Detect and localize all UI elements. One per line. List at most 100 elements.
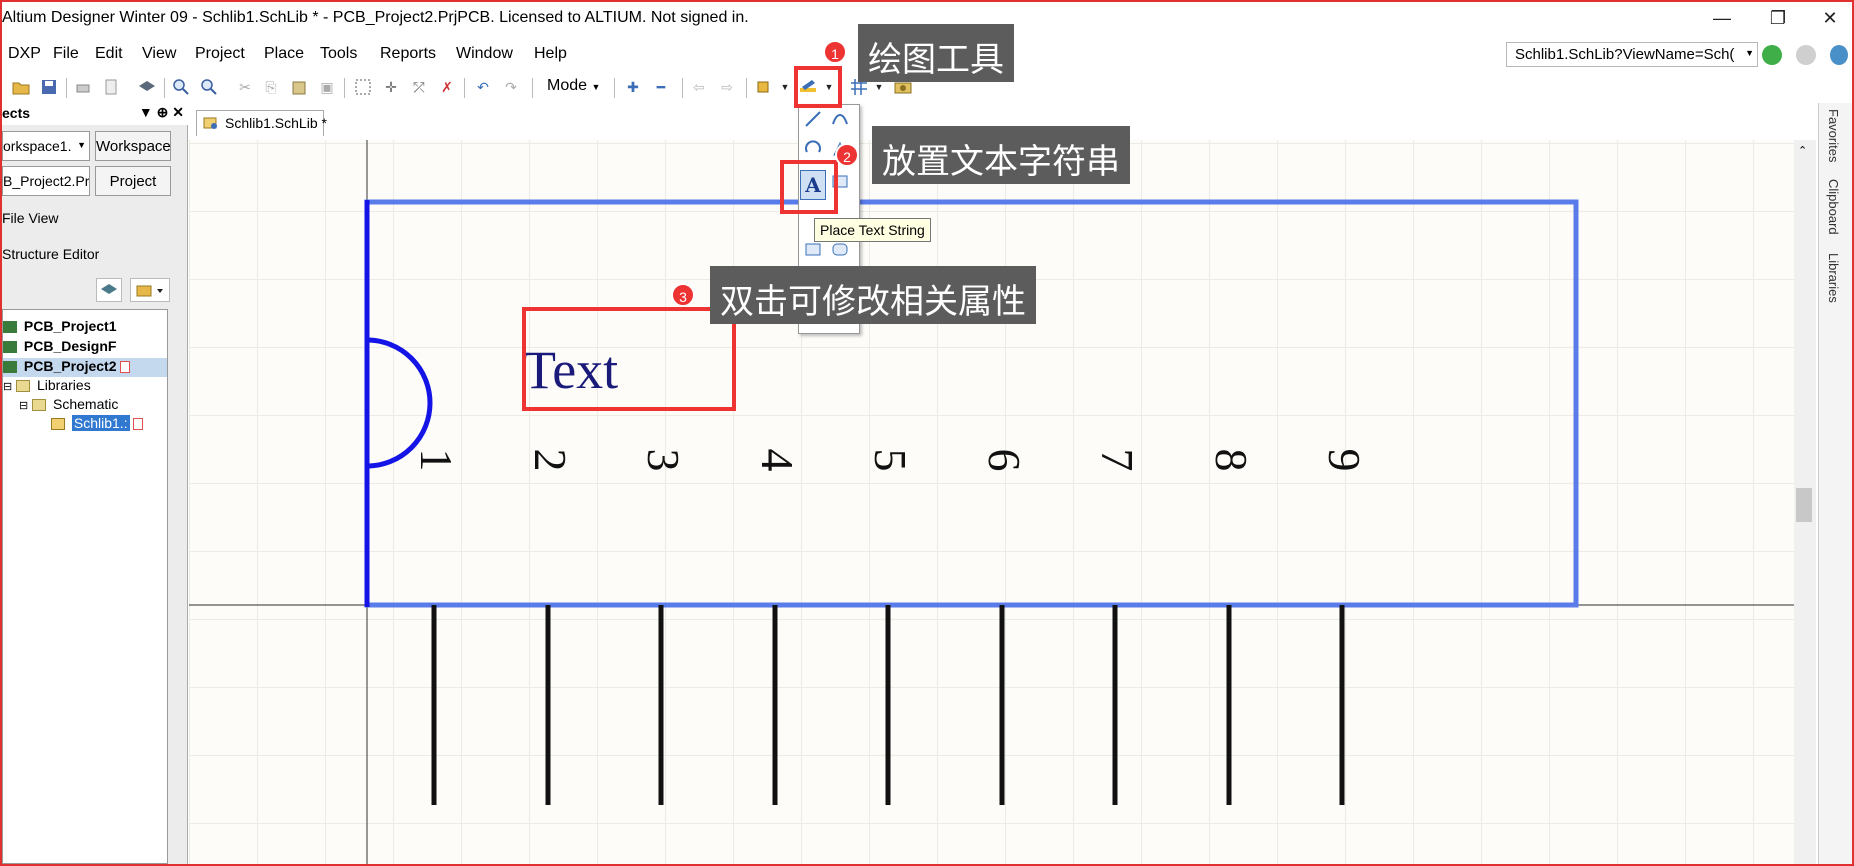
view-name-text: Schlib1.SchLib?ViewName=Sch( [1515, 46, 1735, 63]
step-badge: 2 [835, 143, 859, 167]
toolbar-separator [682, 78, 683, 98]
cut-icon[interactable]: ✂ [234, 76, 256, 98]
rubber-stamp-icon[interactable]: ▣ [316, 76, 338, 98]
tree-item[interactable]: PCB_Project2 [3, 358, 167, 377]
print-preview-icon[interactable] [100, 76, 122, 98]
previous-part-icon[interactable]: ⇦ [688, 76, 710, 98]
line-icon[interactable] [802, 109, 824, 129]
zoom-out-icon[interactable] [198, 76, 220, 98]
zoom-in-icon[interactable] [170, 76, 192, 98]
move-icon[interactable]: ✛ [380, 76, 402, 98]
vertical-scrollbar[interactable]: ⌃ [1794, 140, 1816, 864]
compile-icon[interactable] [96, 278, 122, 302]
project-button[interactable]: Project [95, 166, 171, 196]
pin-icon[interactable]: ⊕ [157, 104, 169, 120]
toolbar-separator [164, 78, 165, 98]
menu-place[interactable]: Place [264, 45, 304, 63]
close-button[interactable]: ✕ [1810, 4, 1850, 32]
schematic-canvas[interactable]: 123456789 Text [189, 140, 1794, 864]
pin-group: 1 2 3 4 5 6 7 8 9 [411, 449, 1370, 805]
tree-item[interactable]: Schlib1.: [3, 415, 167, 434]
tree-item[interactable]: PCB_Project1 [3, 318, 167, 337]
chevron-down-icon: ▼ [591, 82, 601, 92]
back-icon[interactable] [1762, 45, 1782, 65]
schlib-file-icon [203, 117, 217, 129]
deselect-icon[interactable]: ⤱ [408, 76, 430, 98]
file-view-option[interactable]: File View [2, 210, 59, 226]
menu-file[interactable]: File [53, 45, 79, 63]
pcb-project-icon [3, 341, 17, 354]
tree-item[interactable]: PCB_DesignF [3, 338, 167, 357]
menu-view[interactable]: View [142, 45, 176, 63]
panel-header: ects ▼ ⊕ ✕ [2, 103, 188, 125]
ieee-symbols-icon[interactable] [754, 76, 776, 98]
redo-icon[interactable]: ↷ [500, 76, 522, 98]
callout-place-text-string: 放置文本字符串 [872, 126, 1130, 184]
collapse-icon[interactable]: ⊟ [19, 400, 28, 412]
component-notch-arc[interactable] [366, 337, 433, 469]
pin-number-1: 1 [411, 449, 462, 472]
menu-dxp[interactable]: DXP [8, 45, 41, 63]
scroll-up-icon[interactable]: ⌃ [1798, 144, 1807, 157]
clear-filter-icon[interactable]: ✗ [436, 76, 458, 98]
step-badge: 3 [671, 283, 695, 307]
workspace-combo[interactable]: orkspace1. ▼ [2, 131, 90, 161]
minimize-button[interactable]: — [1702, 4, 1742, 32]
pin-number-9: 9 [1319, 449, 1370, 472]
menu-window[interactable]: Window [456, 45, 513, 63]
project-options-icon[interactable] [130, 278, 170, 302]
project-value: B_Project2.Prj [3, 173, 90, 189]
open-folder-icon[interactable] [10, 76, 32, 98]
toolbar-separator [532, 78, 533, 98]
menu-help[interactable]: Help [534, 45, 567, 63]
callout-drawing-tools: 绘图工具 [858, 24, 1014, 82]
chevron-down-icon: ▼ [77, 140, 86, 150]
schematic-drawing: 123456789 Text [189, 140, 1794, 864]
toolbar-separator [746, 78, 747, 98]
add-part-icon[interactable]: ✚ [622, 76, 644, 98]
layers-icon[interactable] [136, 76, 158, 98]
panel-menu-icon[interactable]: ▼ [139, 104, 153, 120]
save-icon[interactable] [38, 76, 60, 98]
scroll-thumb[interactable] [1796, 488, 1812, 522]
tree-item[interactable]: ⊟ Libraries [3, 377, 167, 396]
rectangle-icon[interactable] [802, 239, 824, 259]
libraries-tab[interactable]: Libraries [1826, 253, 1841, 303]
pin-number-3: 3 [638, 449, 689, 472]
favorites-tab[interactable]: Favorites [1826, 109, 1841, 162]
close-icon[interactable]: ✕ [172, 104, 184, 120]
panel-title: ects [2, 105, 31, 121]
select-area-icon[interactable] [352, 76, 374, 98]
next-part-icon[interactable]: ⇨ [716, 76, 738, 98]
print-icon[interactable] [72, 76, 94, 98]
document-tab[interactable]: Schlib1.SchLib * [196, 110, 327, 136]
pcb-project-icon [3, 321, 17, 334]
menu-project[interactable]: Project [195, 45, 245, 63]
collapse-icon[interactable]: ⊟ [3, 381, 12, 393]
view-name-combo[interactable]: Schlib1.SchLib?ViewName=Sch( ▼ [1506, 42, 1758, 67]
toolbar-separator [66, 78, 67, 98]
menu-tools[interactable]: Tools [320, 45, 357, 63]
pcb-project-icon [3, 361, 17, 374]
remove-part-icon[interactable]: ━ [650, 76, 672, 98]
tree-item[interactable]: ⊟ Schematic [3, 396, 167, 415]
round-rectangle-icon[interactable] [829, 239, 851, 259]
home-icon[interactable] [1830, 45, 1848, 65]
structure-editor-option[interactable]: Structure Editor [2, 246, 99, 262]
paste-icon[interactable] [288, 76, 310, 98]
mode-dropdown[interactable]: Mode ▼ [547, 77, 600, 95]
workspace-button[interactable]: Workspace [95, 131, 171, 161]
bezier-icon[interactable] [829, 109, 851, 129]
projects-panel: ects ▼ ⊕ ✕ orkspace1. ▼ Workspace B_Proj… [2, 103, 188, 864]
elliptical-arc-icon[interactable] [802, 139, 824, 159]
restore-button[interactable]: ❐ [1758, 4, 1798, 32]
undo-icon[interactable]: ↶ [472, 76, 494, 98]
menu-reports[interactable]: Reports [380, 45, 436, 63]
menu-edit[interactable]: Edit [95, 45, 123, 63]
forward-icon[interactable] [1796, 45, 1816, 65]
chevron-down-icon: ▼ [1745, 48, 1754, 58]
project-field[interactable]: B_Project2.Prj [2, 166, 90, 196]
clipboard-tab[interactable]: Clipboard [1826, 179, 1841, 235]
chevron-down-icon[interactable]: ▼ [774, 76, 796, 98]
copy-icon[interactable]: ⎘ [260, 76, 282, 98]
